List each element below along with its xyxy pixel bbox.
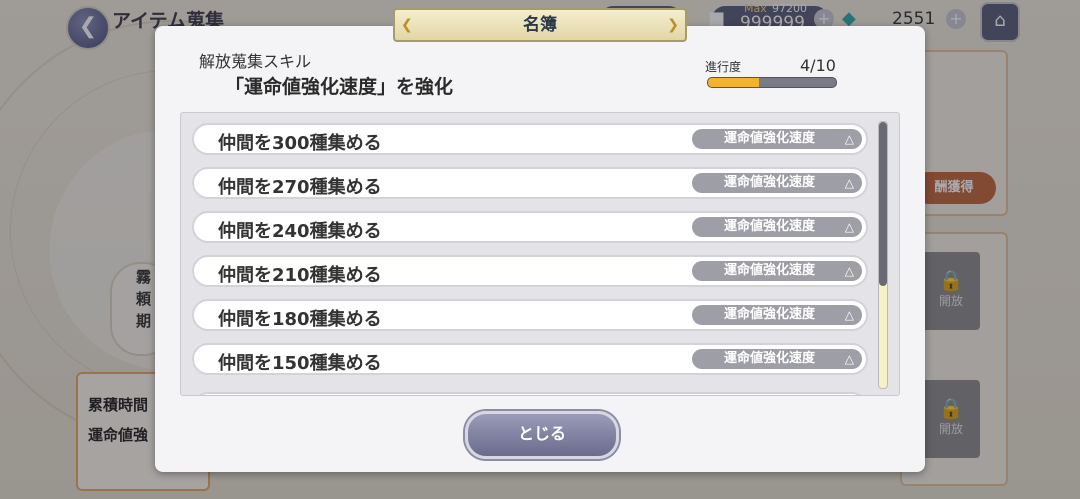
skill-caption: 解放蒐集スキル: [199, 52, 312, 71]
level-up-icon: △: [844, 220, 854, 234]
goal-text: 仲間を150種集める: [218, 353, 382, 374]
reward-tag-label: 運命値強化速度: [724, 351, 816, 366]
reward-tag: 運命値強化速度 △: [692, 261, 862, 281]
reward-tag-label: 運命値強化速度: [724, 263, 816, 278]
modal-title: 名簿: [523, 15, 557, 35]
reward-tag-label: 運命値強化速度: [724, 131, 816, 146]
level-up-icon: △: [844, 176, 854, 190]
reward-tag: 運命値強化速度 △: [692, 217, 862, 237]
list-item[interactable]: 仲間を300種集める 運命値強化速度 △: [192, 123, 868, 155]
goal-text: 仲間を210種集める: [218, 265, 382, 286]
list-item[interactable]: 仲間を270種集める 運命値強化速度 △: [192, 167, 868, 199]
reward-tag: 運命値強化速度 △: [692, 305, 862, 325]
level-up-icon: △: [844, 132, 854, 146]
reward-tag: 運命値強化速度 △: [692, 349, 862, 369]
modal-title-ribbon: ❮ 名簿 ❯: [393, 8, 687, 42]
reward-tag-label: 運命値強化速度: [724, 219, 816, 234]
list-item-partial[interactable]: [192, 392, 868, 395]
goal-list[interactable]: 仲間を300種集める 運命値強化速度 △ 仲間を270種集める 運命値強化速度 …: [180, 112, 900, 396]
list-item[interactable]: 仲間を150種集める 運命値強化速度 △: [192, 343, 868, 375]
ribbon-left-arrow-icon: ❮: [401, 17, 413, 33]
goal-text: 仲間を240種集める: [218, 221, 382, 242]
progress-value: 4/10: [800, 56, 836, 75]
ribbon-right-arrow-icon: ❯: [667, 17, 679, 33]
roster-modal: ❮ 名簿 ❯ 解放蒐集スキル 「運命値強化速度」を強化 進行度 4/10 仲間を…: [155, 8, 925, 472]
scrollbar-thumb[interactable]: [879, 122, 887, 286]
progress-label: 進行度: [705, 60, 742, 74]
level-up-icon: △: [844, 352, 854, 366]
goal-text: 仲間を270種集める: [218, 177, 382, 198]
goal-text: 仲間を180種集める: [218, 309, 382, 330]
close-button[interactable]: とじる: [465, 411, 619, 459]
list-item[interactable]: 仲間を240種集める 運命値強化速度 △: [192, 211, 868, 243]
goal-text: 仲間を300種集める: [218, 133, 382, 154]
list-item[interactable]: 仲間を180種集める 運命値強化速度 △: [192, 299, 868, 331]
level-up-icon: △: [844, 308, 854, 322]
reward-tag-label: 運命値強化速度: [724, 175, 816, 190]
reward-tag: 運命値強化速度 △: [692, 129, 862, 149]
progress-bar-fill: [708, 78, 760, 87]
list-scrollbar[interactable]: [878, 121, 888, 389]
progress-bar: [707, 77, 837, 88]
reward-tag: 運命値強化速度 △: [692, 173, 862, 193]
reward-tag-label: 運命値強化速度: [724, 307, 816, 322]
skill-name: 「運命値強化速度」を強化: [225, 76, 454, 98]
level-up-icon: △: [844, 264, 854, 278]
list-item[interactable]: 仲間を210種集める 運命値強化速度 △: [192, 255, 868, 287]
